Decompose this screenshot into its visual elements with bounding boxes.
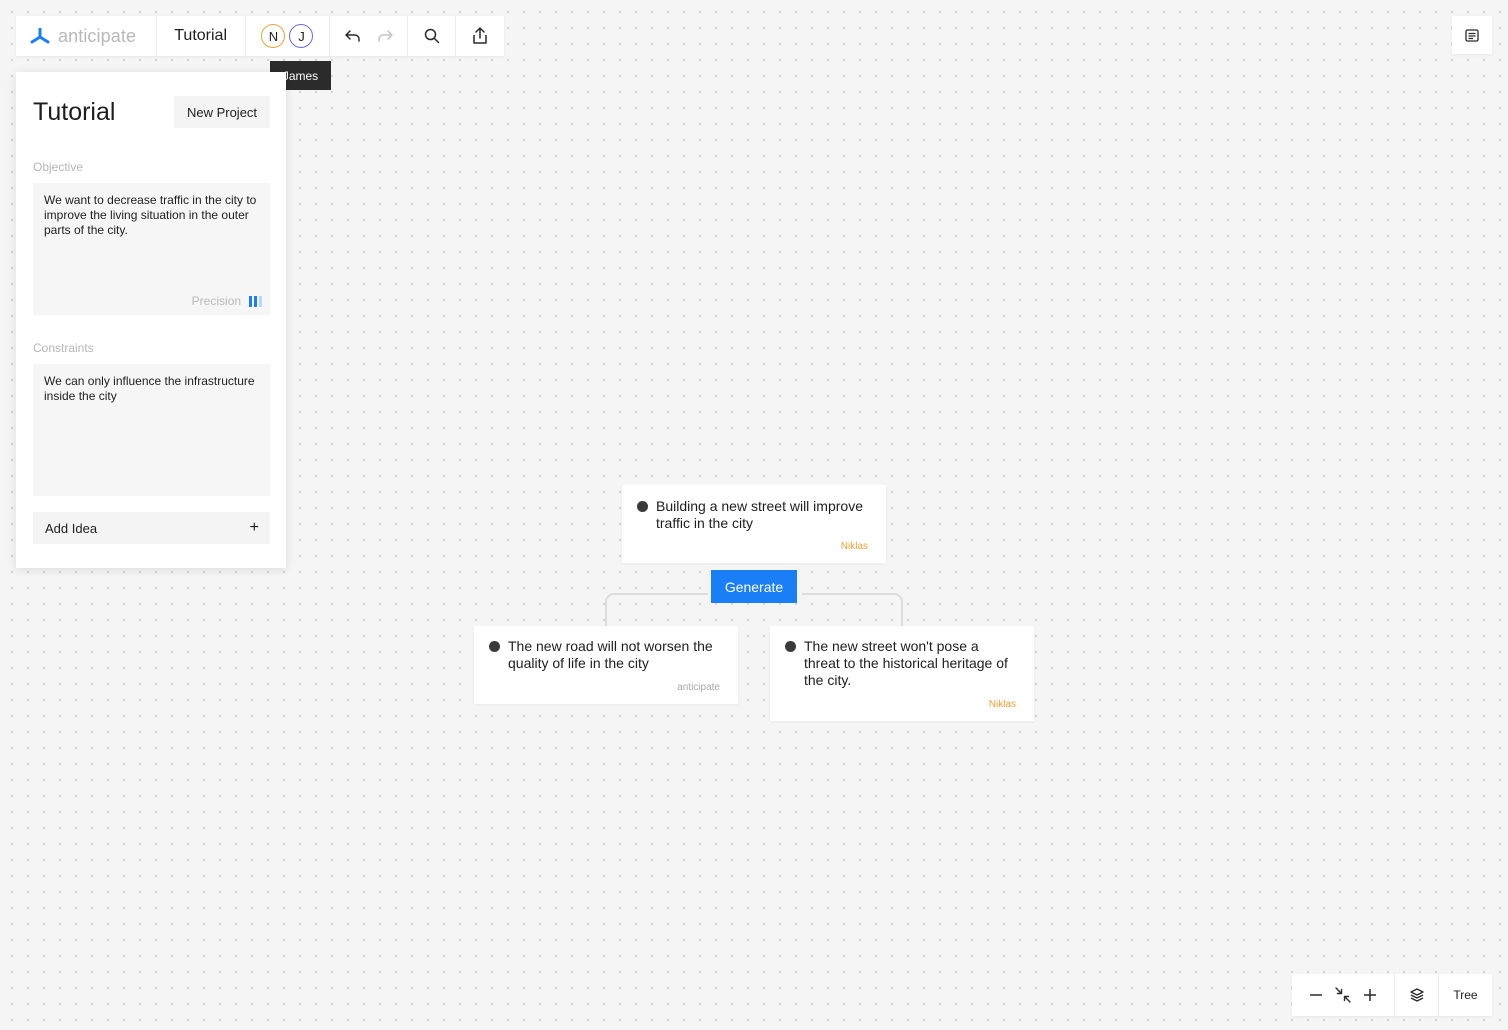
idea-node-child-1[interactable]: The new road will not worsen the quality…: [474, 626, 738, 704]
notes-icon: [1465, 28, 1479, 42]
avatar-niklas[interactable]: N: [261, 24, 286, 48]
undo-icon[interactable]: [344, 28, 362, 44]
node-author: Niklas: [840, 541, 868, 552]
precision-bar-2[interactable]: [254, 296, 257, 307]
anticipate-logo-icon: [30, 28, 50, 44]
idea-node-child-2[interactable]: The new street won't pose a threat to th…: [770, 626, 1034, 721]
share-button[interactable]: [456, 16, 504, 56]
project-panel: Tutorial New Project Objective We want t…: [16, 72, 286, 568]
node-bullet: [785, 641, 796, 652]
add-idea-button[interactable]: Add Idea +: [33, 512, 270, 544]
node-bullet: [489, 641, 500, 652]
logo-text: anticipate: [58, 25, 137, 46]
layers-icon: [1409, 988, 1424, 1002]
node-text: The new road will not worsen the quality…: [508, 638, 713, 671]
precision-label: Precision: [191, 294, 241, 308]
precision-control[interactable]: Precision: [192, 294, 262, 309]
node-text: Building a new street will improve traff…: [656, 498, 863, 531]
collaborator-avatars: N J: [246, 16, 331, 56]
history-controls: [330, 16, 409, 56]
layers-button[interactable]: [1395, 974, 1439, 1016]
fit-view-icon[interactable]: [1335, 987, 1351, 1003]
precision-bars[interactable]: [249, 296, 262, 307]
zoom-out-icon[interactable]: [1309, 988, 1323, 1002]
zoom-in-icon[interactable]: [1363, 988, 1377, 1002]
project-name[interactable]: Tutorial: [157, 16, 246, 56]
constraints-label: Constraints: [33, 341, 94, 355]
node-bullet: [637, 501, 648, 512]
view-mode-toggle[interactable]: Tree: [1439, 974, 1492, 1016]
share-icon: [473, 27, 487, 44]
canvas-controls: Tree: [1292, 974, 1492, 1016]
objective-field[interactable]: We want to decrease traffic in the city …: [33, 183, 270, 315]
notes-button[interactable]: [1452, 16, 1492, 54]
generate-button[interactable]: Generate: [711, 570, 797, 603]
node-author: anticipate: [677, 682, 720, 693]
panel-title: Tutorial: [33, 98, 116, 126]
precision-bar-3[interactable]: [259, 296, 262, 307]
objective-label: Objective: [33, 160, 84, 174]
search-icon: [424, 28, 439, 44]
zoom-controls: [1292, 974, 1395, 1016]
constraints-text[interactable]: We can only influence the infrastructure…: [44, 374, 259, 404]
objective-text[interactable]: We want to decrease traffic in the city …: [44, 193, 259, 238]
top-toolbar: anticipate Tutorial N J: [16, 16, 504, 56]
add-idea-label: Add Idea: [45, 520, 98, 536]
logo[interactable]: anticipate: [16, 16, 157, 56]
constraints-field[interactable]: We can only influence the infrastructure…: [33, 364, 270, 496]
new-project-button[interactable]: New Project: [174, 96, 270, 128]
idea-node-root[interactable]: Building a new street will improve traff…: [622, 485, 886, 563]
node-author: Niklas: [988, 699, 1016, 710]
search-button[interactable]: [408, 16, 457, 56]
node-text: The new street won't pose a threat to th…: [804, 638, 1008, 688]
precision-bar-1[interactable]: [249, 296, 252, 307]
redo-icon[interactable]: [376, 28, 394, 44]
plus-icon: +: [249, 519, 259, 536]
avatar-james[interactable]: J: [289, 24, 314, 48]
